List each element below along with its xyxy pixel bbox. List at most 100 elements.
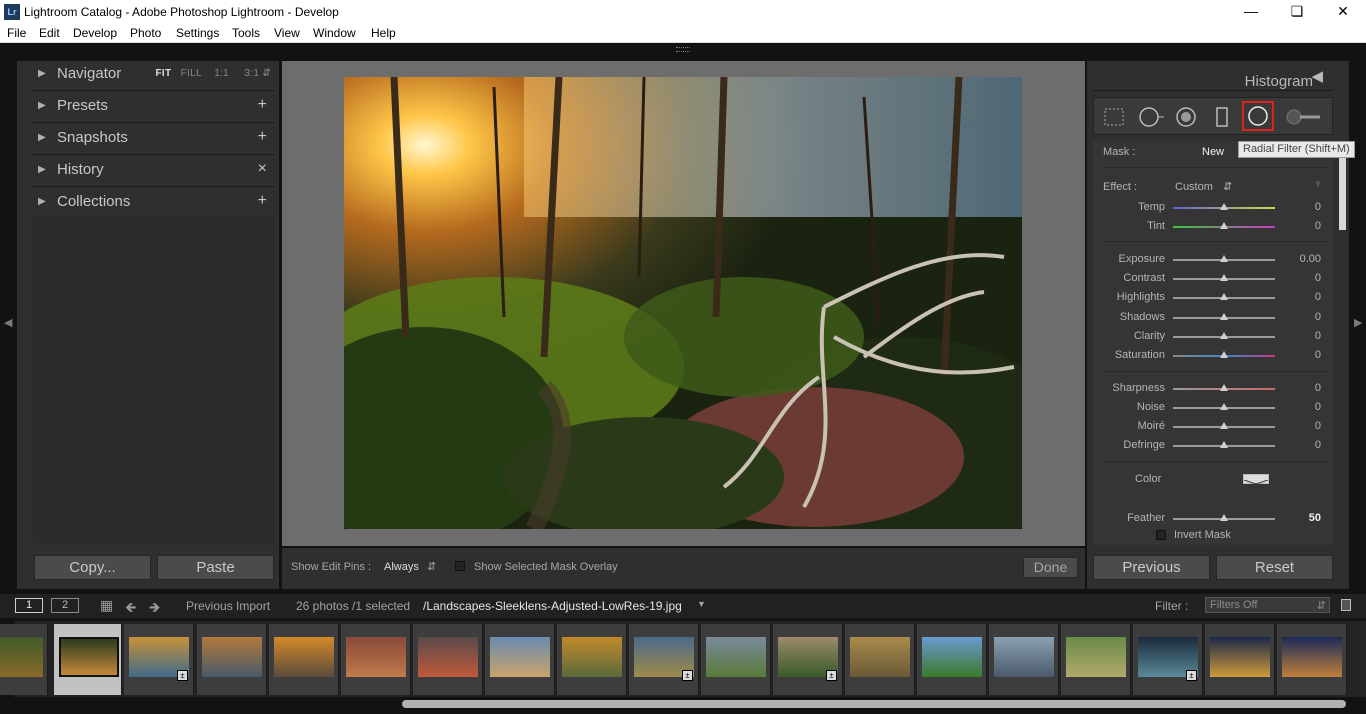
filmstrip-thumbnail[interactable] (701, 624, 771, 695)
filmstrip-thumbnail[interactable] (413, 624, 483, 695)
navigator-header[interactable]: ▶ Navigator FIT FILL 1:1 3:1 ⇵ (33, 61, 275, 91)
reset-button[interactable]: Reset (1216, 555, 1333, 580)
previous-button[interactable]: Previous (1093, 555, 1210, 580)
temp-value[interactable]: 0 (1315, 201, 1321, 213)
shadows-slider-row[interactable]: Shadows 0 (1093, 308, 1333, 327)
filmstrip-thumbnail[interactable] (989, 624, 1059, 695)
color-swatch-empty[interactable] (1243, 474, 1269, 489)
slider-knob[interactable] (1220, 222, 1228, 229)
histogram-header[interactable]: Histogram ◀ (1093, 61, 1333, 91)
adjustment-brush-icon[interactable] (1284, 106, 1324, 128)
noise-slider-row[interactable]: Noise 0 (1093, 398, 1333, 417)
sharpness-slider-row[interactable]: Sharpness 0 (1093, 379, 1333, 398)
shadows-value[interactable]: 0 (1315, 311, 1321, 323)
dropdown-arrows-icon[interactable]: ⇵ (427, 560, 436, 573)
slider-knob[interactable] (1220, 441, 1228, 448)
filmstrip-thumbnail[interactable] (917, 624, 987, 695)
feather-value[interactable]: 50 (1309, 512, 1321, 524)
filename-dropdown-icon[interactable]: ▼ (697, 599, 706, 609)
moire-value[interactable]: 0 (1315, 420, 1321, 432)
right-panel-toggle-icon[interactable]: ▶ (1354, 316, 1362, 329)
menu-edit[interactable]: Edit (39, 26, 60, 40)
presets-header[interactable]: ▶ Presets + (33, 93, 275, 123)
defringe-value[interactable]: 0 (1315, 439, 1321, 451)
filter-dropdown[interactable]: Filters Off ⇵ (1205, 597, 1330, 613)
saturation-slider-row[interactable]: Saturation 0 (1093, 346, 1333, 365)
red-eye-icon[interactable] (1174, 106, 1198, 128)
filmstrip-thumbnail[interactable] (341, 624, 411, 695)
filmstrip-thumbnail[interactable] (197, 624, 267, 695)
selected-filename[interactable]: /Landscapes-Sleeklens-Adjusted-LowRes-19… (423, 599, 682, 613)
filmstrip-thumbnail[interactable] (485, 624, 555, 695)
secondary-display-button[interactable]: 2 (51, 598, 79, 613)
paste-button[interactable]: Paste (157, 555, 274, 580)
slider-knob[interactable] (1220, 514, 1228, 521)
filmstrip-thumbnail[interactable] (54, 624, 122, 695)
tint-value[interactable]: 0 (1315, 220, 1321, 232)
slider-knob[interactable] (1220, 332, 1228, 339)
collapse-triangle-icon[interactable]: ▼ (1313, 179, 1323, 190)
minimize-icon[interactable]: — (1228, 0, 1274, 24)
zoom-3-1[interactable]: 3:1 (244, 68, 259, 79)
mask-new-button[interactable]: New (1202, 146, 1224, 158)
filmstrip-thumbnail[interactable] (557, 624, 627, 695)
menu-view[interactable]: View (274, 26, 300, 40)
slider-knob[interactable] (1220, 274, 1228, 281)
restore-icon[interactable]: ❏ (1274, 0, 1320, 24)
slider-knob[interactable] (1220, 293, 1228, 300)
menu-settings[interactable]: Settings (176, 26, 219, 40)
moire-slider-row[interactable]: Moiré 0 (1093, 417, 1333, 436)
grid-view-icon[interactable]: ▦ (100, 597, 113, 614)
slider-knob[interactable] (1220, 255, 1228, 262)
feather-slider-row[interactable]: Feather 50 (1093, 509, 1333, 528)
clarity-value[interactable]: 0 (1315, 330, 1321, 342)
temp-slider-row[interactable]: Temp 0 (1093, 198, 1333, 217)
menu-photo[interactable]: Photo (130, 26, 161, 40)
filmstrip-thumbnail[interactable] (1205, 624, 1275, 695)
clarity-slider-row[interactable]: Clarity 0 (1093, 327, 1333, 346)
forward-arrow-icon[interactable]: 🡺 (149, 597, 160, 621)
effect-preset-dropdown[interactable]: Custom (1175, 181, 1213, 193)
grip-icon[interactable] (676, 47, 690, 52)
left-panel-toggle-icon[interactable]: ◀ (4, 316, 12, 329)
add-preset-icon[interactable]: + (258, 96, 267, 114)
saturation-value[interactable]: 0 (1315, 349, 1321, 361)
clear-history-icon[interactable]: × (258, 160, 267, 178)
snapshots-header[interactable]: ▶ Snapshots + (33, 125, 275, 155)
exposure-value[interactable]: 0.00 (1300, 253, 1321, 265)
history-header[interactable]: ▶ History × (33, 157, 275, 187)
menu-window[interactable]: Window (313, 26, 356, 40)
menu-tools[interactable]: Tools (232, 26, 260, 40)
back-arrow-icon[interactable]: 🡸 (125, 597, 136, 621)
crop-overlay-icon[interactable] (1102, 106, 1126, 128)
filmstrip-thumbnail[interactable] (0, 624, 48, 695)
defringe-slider-row[interactable]: Defringe 0 (1093, 436, 1333, 455)
close-icon[interactable]: ✕ (1320, 0, 1366, 24)
filmstrip-thumbnail[interactable] (269, 624, 339, 695)
module-picker-collapsed[interactable] (0, 43, 1366, 61)
zoom-stepper-icon[interactable]: ⇵ (262, 68, 271, 79)
contrast-slider-row[interactable]: Contrast 0 (1093, 269, 1333, 288)
radial-filter-icon[interactable] (1242, 101, 1274, 131)
menu-develop[interactable]: Develop (73, 26, 117, 40)
filmstrip-thumbnail[interactable] (1061, 624, 1131, 695)
slider-knob[interactable] (1220, 203, 1228, 210)
filmstrip-thumbnail[interactable]: ± (124, 624, 194, 695)
contrast-value[interactable]: 0 (1315, 272, 1321, 284)
main-photo[interactable] (344, 77, 1022, 529)
filmstrip-thumbnail[interactable]: ± (1133, 624, 1203, 695)
right-panel-scrollbar[interactable] (1339, 150, 1346, 230)
filmstrip-thumbnail[interactable]: ± (773, 624, 843, 695)
exposure-slider-row[interactable]: Exposure 0.00 (1093, 250, 1333, 269)
add-collection-icon[interactable]: + (258, 192, 267, 210)
copy-button[interactable]: Copy... (34, 555, 151, 580)
slider-knob[interactable] (1220, 313, 1228, 320)
sharpness-value[interactable]: 0 (1315, 382, 1321, 394)
slider-knob[interactable] (1220, 422, 1228, 429)
menu-file[interactable]: File (7, 26, 26, 40)
filmstrip-thumbnail[interactable] (1277, 624, 1347, 695)
slider-knob[interactable] (1220, 384, 1228, 391)
source-label[interactable]: Previous Import (186, 599, 270, 613)
slider-knob[interactable] (1220, 351, 1228, 358)
dropdown-arrows-icon[interactable]: ⇵ (1223, 180, 1232, 193)
